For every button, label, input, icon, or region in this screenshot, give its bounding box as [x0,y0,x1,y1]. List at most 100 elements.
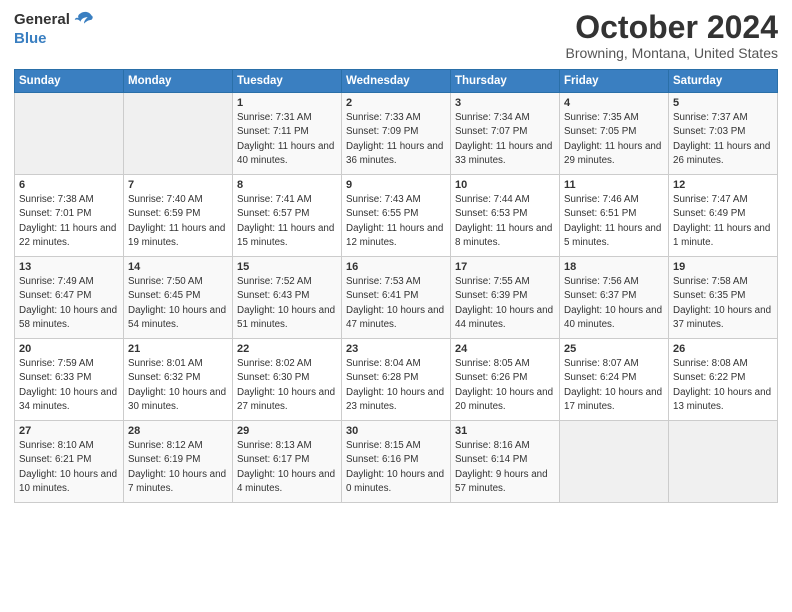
day-number: 17 [455,261,555,273]
cell-info-line: Daylight: 11 hours and 19 minutes. [128,222,228,250]
cell-info-line: Sunset: 6:16 PM [346,453,446,467]
cell-info-line: Daylight: 11 hours and 26 minutes. [673,140,773,168]
cell-info: Sunrise: 7:35 AMSunset: 7:05 PMDaylight:… [564,111,664,168]
day-number: 21 [128,343,228,355]
day-number: 22 [237,343,337,355]
cell-info-line: Sunset: 6:28 PM [346,371,446,385]
cell-info-line: Sunset: 6:21 PM [19,453,119,467]
cell-info: Sunrise: 7:58 AMSunset: 6:35 PMDaylight:… [673,275,773,332]
cell-info-line: Sunset: 6:19 PM [128,453,228,467]
calendar-cell [124,93,233,175]
cell-info-line: Sunrise: 7:43 AM [346,193,446,207]
cell-info: Sunrise: 7:38 AMSunset: 7:01 PMDaylight:… [19,193,119,250]
col-saturday: Saturday [669,70,778,93]
cell-info-line: Sunrise: 7:37 AM [673,111,773,125]
col-tuesday: Tuesday [233,70,342,93]
calendar-week-row: 27 Sunrise: 8:10 AMSunset: 6:21 PM Dayligh… [15,421,778,503]
cell-info-line: Sunrise: 8:01 AM [128,357,228,371]
cell-info-line: Daylight: 11 hours and 15 minutes. [237,222,337,250]
col-wednesday: Wednesday [342,70,451,93]
cell-info: Sunrise: 7:59 AMSunset: 6:33 PMDaylight:… [19,357,119,414]
cell-info-line: Sunset: 6:30 PM [237,371,337,385]
month-title: October 2024 [566,10,778,45]
day-number: 5 [673,97,773,109]
cell-info-line: Sunset: 6:45 PM [128,289,228,303]
day-number: 31 [455,425,555,437]
cell-info-line: Sunrise: 7:56 AM [564,275,664,289]
cell-info-line: Daylight: 11 hours and 40 minutes. [237,140,337,168]
cell-info-line: Sunset: 6:26 PM [455,371,555,385]
day-number: 20 [19,343,119,355]
cell-info-line: Sunrise: 7:52 AM [237,275,337,289]
day-number: 26 [673,343,773,355]
calendar-week-row: 1Sunrise: 7:31 AMSunset: 7:11 PMDaylight… [15,93,778,175]
cell-info: Sunrise: 7:44 AMSunset: 6:53 PMDaylight:… [455,193,555,250]
cell-info-line: Sunrise: 8:13 AM [237,439,337,453]
cell-info-line: Sunset: 6:47 PM [19,289,119,303]
cell-info-line: Sunrise: 7:50 AM [128,275,228,289]
calendar-cell: 18Sunrise: 7:56 AMSunset: 6:37 PMDayligh… [560,257,669,339]
cell-info-line: Sunrise: 7:44 AM [455,193,555,207]
calendar-cell: 27Sunrise: 8:10 AMSunset: 6:21 PMDayligh… [15,421,124,503]
cell-info-line: Sunset: 6:59 PM [128,207,228,221]
cell-info-line: Sunset: 6:37 PM [564,289,664,303]
calendar-table: Sunday Monday Tuesday Wednesday Thursday… [14,69,778,503]
cell-info-line: Daylight: 10 hours and 27 minutes. [237,386,337,414]
cell-info-line: Sunset: 7:11 PM [237,125,337,139]
day-number: 27 [19,425,119,437]
calendar-cell: 10Sunrise: 7:44 AMSunset: 6:53 PMDayligh… [451,175,560,257]
calendar-cell [15,93,124,175]
cell-info-line: Sunrise: 7:34 AM [455,111,555,125]
day-number: 14 [128,261,228,273]
day-number: 28 [128,425,228,437]
day-number: 15 [237,261,337,273]
cell-info: Sunrise: 8:05 AMSunset: 6:26 PMDaylight:… [455,357,555,414]
calendar-cell: 11Sunrise: 7:46 AMSunset: 6:51 PMDayligh… [560,175,669,257]
cell-info-line: Sunrise: 8:07 AM [564,357,664,371]
calendar-cell: 14 Sunrise: 7:50 AMSunset: 6:45 PMDayligh… [124,257,233,339]
cell-info: Sunrise: 7:43 AMSunset: 6:55 PMDaylight:… [346,193,446,250]
calendar-cell: 12Sunrise: 7:47 AMSunset: 6:49 PMDayligh… [669,175,778,257]
cell-info-line: Daylight: 11 hours and 29 minutes. [564,140,664,168]
cell-info: Sunrise: 7:40 AMSunset: 6:59 PMDaylight:… [128,193,228,250]
cell-info-line: Daylight: 10 hours and 51 minutes. [237,304,337,332]
cell-info: Sunrise: 7:50 AMSunset: 6:45 PMDaylight:… [128,275,228,332]
logo-general-text: General [14,12,70,29]
calendar-cell: 8Sunrise: 7:41 AMSunset: 6:57 PMDaylight… [233,175,342,257]
calendar-header-row: Sunday Monday Tuesday Wednesday Thursday… [15,70,778,93]
day-number: 23 [346,343,446,355]
cell-info: Sunrise: 8:07 AMSunset: 6:24 PMDaylight:… [564,357,664,414]
cell-info-line: Sunset: 6:39 PM [455,289,555,303]
cell-info: Sunrise: 7:56 AMSunset: 6:37 PMDaylight:… [564,275,664,332]
cell-info-line: Sunrise: 8:05 AM [455,357,555,371]
cell-info-line: Daylight: 11 hours and 5 minutes. [564,222,664,250]
day-number: 1 [237,97,337,109]
cell-info-line: Sunrise: 7:49 AM [19,275,119,289]
calendar-cell: 6Sunrise: 7:38 AMSunset: 7:01 PMDaylight… [15,175,124,257]
cell-info-line: Sunrise: 7:59 AM [19,357,119,371]
day-number: 29 [237,425,337,437]
cell-info: Sunrise: 8:13 AMSunset: 6:17 PMDaylight:… [237,439,337,496]
cell-info-line: Daylight: 10 hours and 44 minutes. [455,304,555,332]
day-number: 30 [346,425,446,437]
cell-info: Sunrise: 7:49 AMSunset: 6:47 PMDaylight:… [19,275,119,332]
cell-info: Sunrise: 7:46 AMSunset: 6:51 PMDaylight:… [564,193,664,250]
cell-info-line: Daylight: 11 hours and 12 minutes. [346,222,446,250]
cell-info-line: Daylight: 10 hours and 47 minutes. [346,304,446,332]
cell-info-line: Sunrise: 8:10 AM [19,439,119,453]
calendar-cell: 21Sunrise: 8:01 AMSunset: 6:32 PMDayligh… [124,339,233,421]
cell-info-line: Sunrise: 7:53 AM [346,275,446,289]
cell-info-line: Daylight: 10 hours and 4 minutes. [237,468,337,496]
cell-info-line: Daylight: 9 hours and 57 minutes. [455,468,555,496]
cell-info: Sunrise: 7:41 AMSunset: 6:57 PMDaylight:… [237,193,337,250]
cell-info-line: Daylight: 11 hours and 1 minute. [673,222,773,250]
day-number: 25 [564,343,664,355]
cell-info-line: Sunset: 6:17 PM [237,453,337,467]
cell-info-line: Sunset: 7:01 PM [19,207,119,221]
cell-info: Sunrise: 8:08 AMSunset: 6:22 PMDaylight:… [673,357,773,414]
cell-info-line: Daylight: 10 hours and 13 minutes. [673,386,773,414]
cell-info: Sunrise: 7:37 AMSunset: 7:03 PMDaylight:… [673,111,773,168]
cell-info-line: Sunset: 6:57 PM [237,207,337,221]
cell-info-line: Sunset: 6:14 PM [455,453,555,467]
cell-info-line: Sunrise: 8:15 AM [346,439,446,453]
